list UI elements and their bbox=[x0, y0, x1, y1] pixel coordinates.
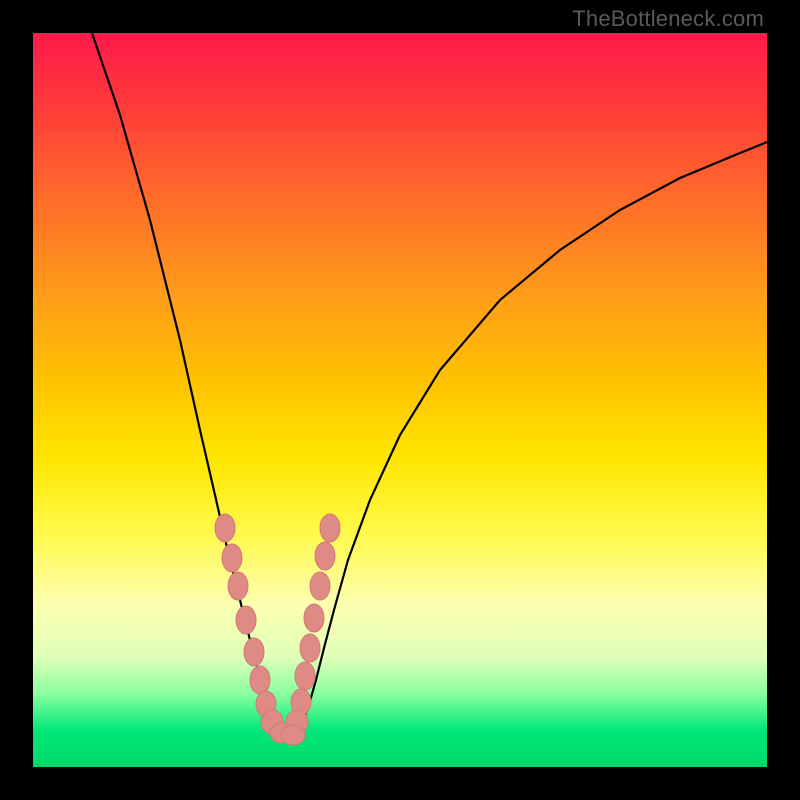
chart-frame: TheBottleneck.com bbox=[0, 0, 800, 800]
gradient-plot-area bbox=[33, 33, 767, 767]
attribution-label: TheBottleneck.com bbox=[572, 6, 764, 32]
